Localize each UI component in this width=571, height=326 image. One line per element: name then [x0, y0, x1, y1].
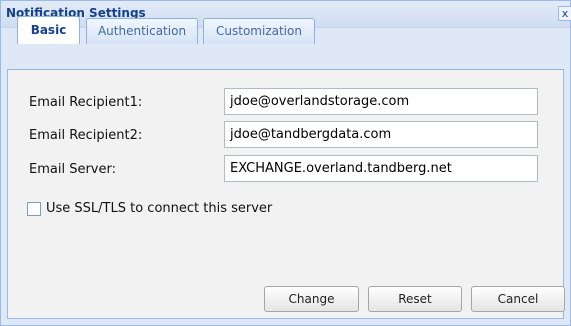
tab-customization[interactable]: Customization — [203, 18, 315, 44]
change-button[interactable]: Change — [264, 286, 359, 312]
email-recipient1-input[interactable]: jdoe@overlandstorage.com — [224, 88, 538, 115]
cancel-button[interactable]: Cancel — [471, 286, 565, 312]
email-recipient2-input[interactable]: jdoe@tandbergdata.com — [224, 121, 538, 148]
email-recipient1-label: Email Recipient1: — [29, 95, 143, 110]
ssl-tls-checkbox[interactable] — [27, 202, 41, 216]
tab-authentication[interactable]: Authentication — [86, 18, 198, 44]
reset-button[interactable]: Reset — [368, 286, 462, 312]
tab-basic[interactable]: Basic — [17, 16, 80, 44]
ssl-tls-label: Use SSL/TLS to connect this server — [46, 201, 273, 216]
email-server-input[interactable]: EXCHANGE.overland.tandberg.net — [224, 155, 538, 182]
email-server-label: Email Server: — [29, 162, 116, 177]
close-icon[interactable]: x — [558, 6, 571, 21]
email-recipient2-label: Email Recipient2: — [29, 128, 143, 143]
